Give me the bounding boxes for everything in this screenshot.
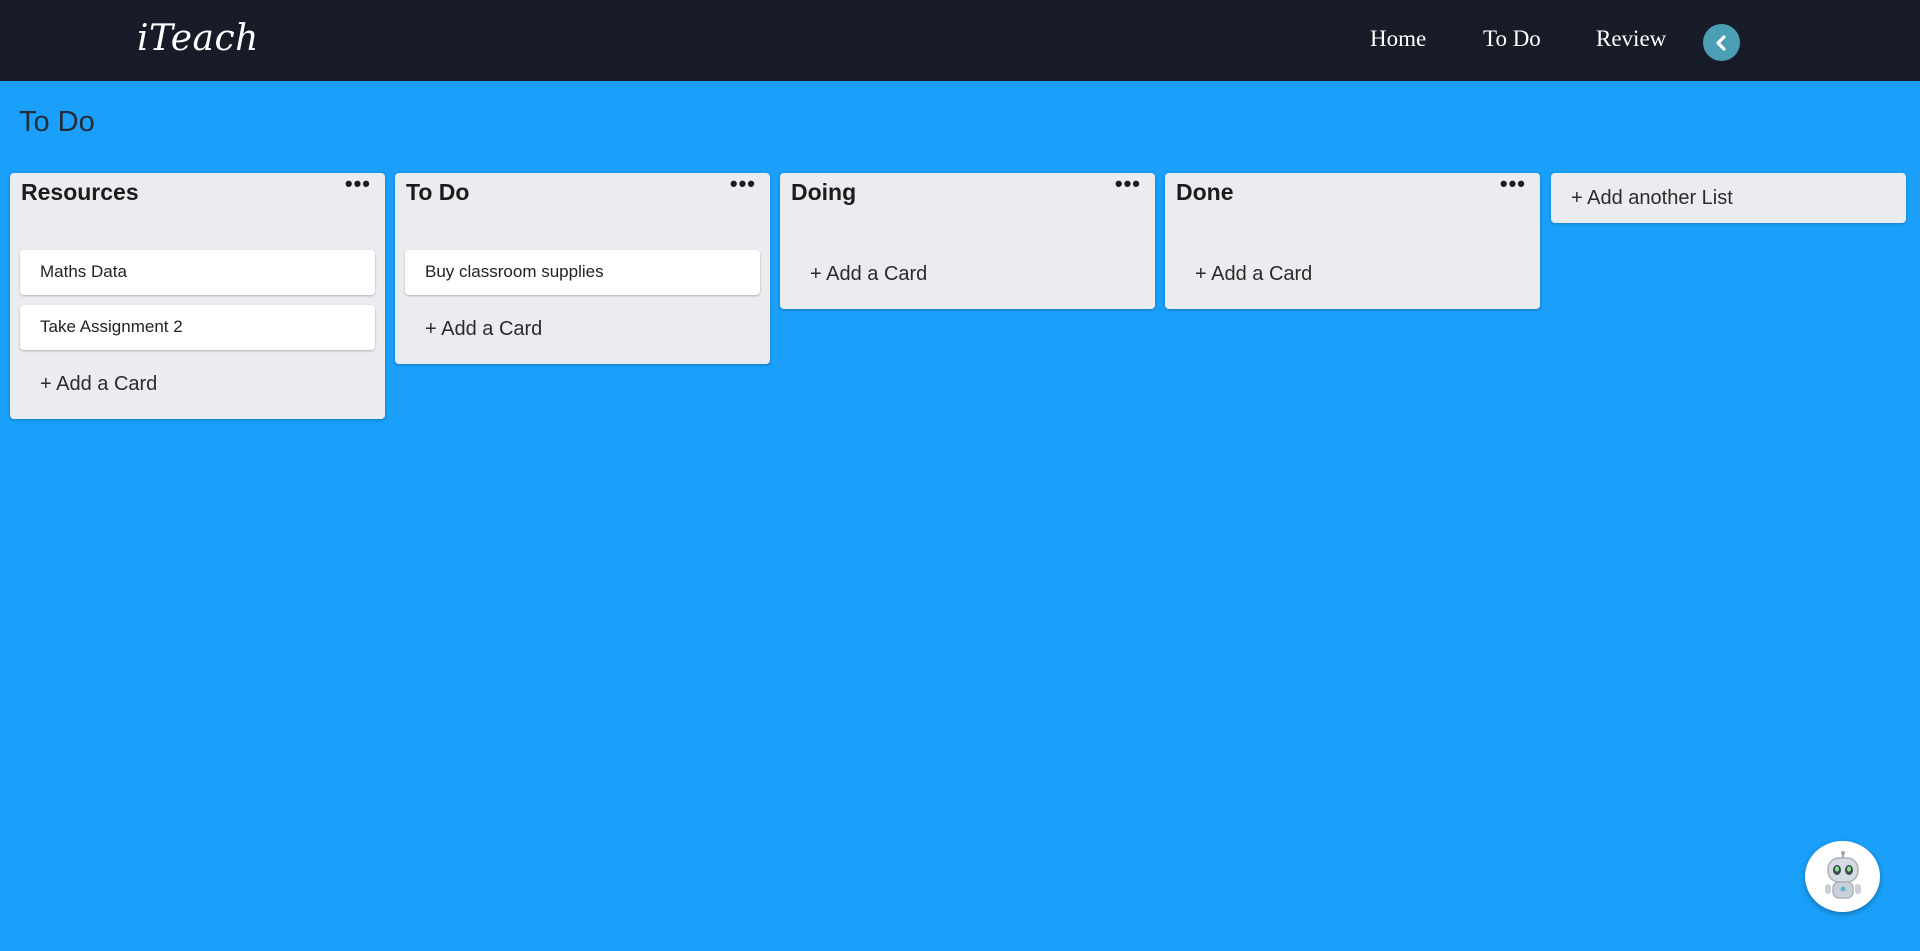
list-done: Done ••• + Add a Card [1165,173,1540,309]
back-button[interactable] [1703,24,1740,61]
top-navbar: iTeach Home To Do Review [0,0,1920,81]
list-title: Doing [791,179,857,205]
card[interactable]: Buy classroom supplies [405,250,760,295]
nav-todo-link[interactable]: To Do [1483,26,1541,52]
list-resources: Resources ••• Maths Data Take Assignment… [10,173,385,419]
more-dots-icon[interactable]: ••• [345,173,371,195]
more-dots-icon[interactable]: ••• [1500,173,1526,195]
add-card-button[interactable]: + Add a Card [425,318,542,341]
brand-logo[interactable]: iTeach [137,18,259,59]
add-card-button[interactable]: + Add a Card [40,373,157,396]
card[interactable]: Maths Data [20,250,375,295]
page-title: To Do [19,106,95,138]
list-todo: To Do ••• Buy classroom supplies + Add a… [395,173,770,364]
robot-icon [1824,850,1861,899]
assistant-chat-button[interactable] [1805,841,1880,912]
card[interactable]: Take Assignment 2 [20,305,375,350]
list-title: Done [1176,179,1234,205]
nav-review-link[interactable]: Review [1596,26,1666,52]
add-card-button[interactable]: + Add a Card [810,263,927,286]
add-card-button[interactable]: + Add a Card [1195,263,1312,286]
list-doing: Doing ••• + Add a Card [780,173,1155,309]
nav-home-link[interactable]: Home [1370,26,1426,52]
list-title: Resources [21,179,139,205]
add-list-button[interactable]: + Add another List [1551,173,1906,223]
more-dots-icon[interactable]: ••• [730,173,756,195]
list-title: To Do [406,179,470,205]
chevron-left-icon [1715,34,1726,51]
more-dots-icon[interactable]: ••• [1115,173,1141,195]
